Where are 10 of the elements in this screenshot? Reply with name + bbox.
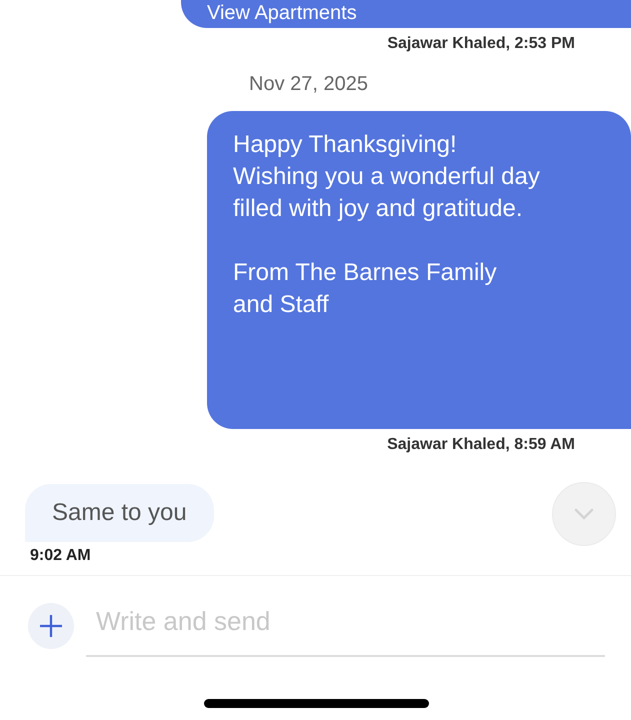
date-separator: Nov 27, 2025 <box>249 73 368 96</box>
plus-icon <box>39 614 63 638</box>
message-meta: Sajawar Khaled, 8:59 AM <box>387 436 575 454</box>
add-button[interactable] <box>28 602 74 648</box>
message-bubble: Same to you <box>25 484 214 542</box>
message-bubble: View Apartments <box>181 0 631 28</box>
message-time: 9:02 AM <box>30 547 91 565</box>
chevron-down-icon <box>574 508 594 520</box>
message-bubble: Happy Thanksgiving! Wishing you a wonderful day filled with joy and gratitude. From The Barnes Family and Staff <box>207 111 631 429</box>
message-meta: Sajawar Khaled, 2:53 PM <box>387 35 575 53</box>
